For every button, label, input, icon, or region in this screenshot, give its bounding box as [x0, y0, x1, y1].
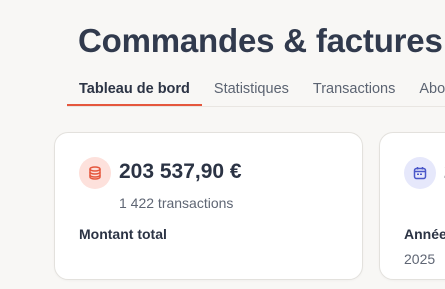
page-title: Commandes & factures — [78, 22, 443, 59]
tab-statistiques[interactable]: Statistiques — [202, 76, 301, 106]
page: Commandes & factures Tableau de bord Sta… — [0, 0, 445, 289]
tab-abonnements[interactable]: Abo — [407, 76, 445, 106]
stat-value: 2025 — [404, 251, 436, 267]
tabs-divider — [67, 106, 445, 107]
stat-amount: 203 537,90 € — [119, 160, 242, 183]
stat-label: Montant total — [79, 226, 167, 242]
tab-tableau-de-bord[interactable]: Tableau de bord — [67, 76, 202, 106]
stat-subtitle: 1 422 transactions — [119, 195, 234, 211]
tab-bar: Tableau de bord Statistiques Transaction… — [67, 76, 445, 106]
stat-label: Année — [404, 226, 445, 242]
coins-icon — [79, 157, 111, 189]
stat-card-montant-total: 203 537,90 € 1 422 transactions Montant … — [54, 132, 363, 280]
calendar-icon — [404, 157, 436, 189]
stat-card-annee: 2 · Année 2025 — [379, 132, 445, 280]
tab-transactions[interactable]: Transactions — [301, 76, 407, 106]
